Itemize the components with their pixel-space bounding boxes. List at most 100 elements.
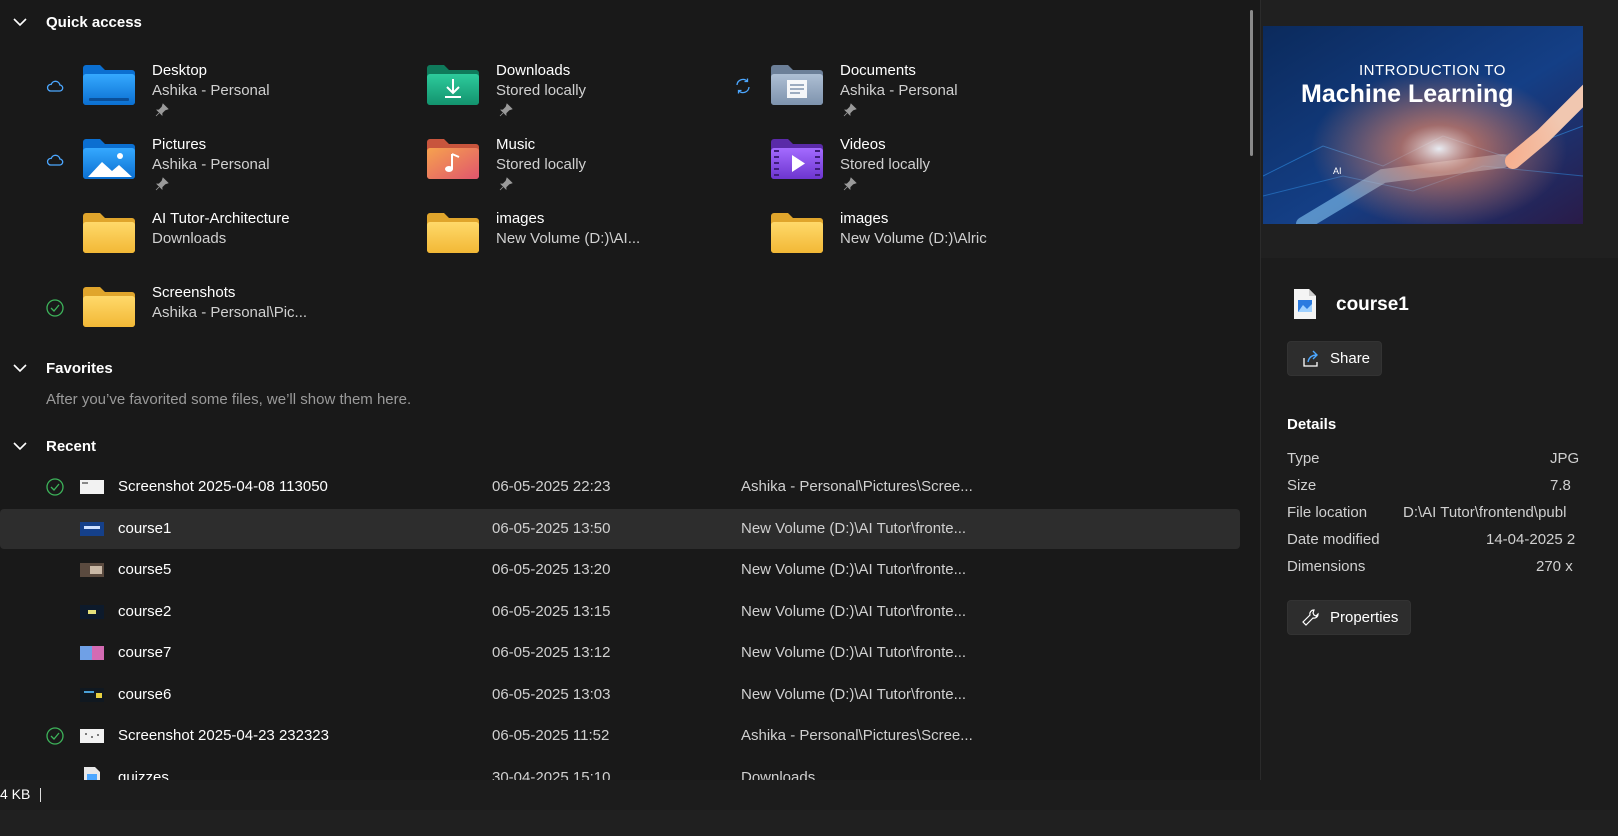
image-thumbnail-icon	[80, 563, 104, 577]
chevron-down-icon[interactable]	[11, 13, 29, 31]
status-bar: 4 KB	[0, 780, 1618, 810]
synced-check-icon	[46, 299, 64, 317]
wrench-icon	[1302, 608, 1319, 626]
quick-access-tile-images-1[interactable]: images New Volume (D:)\AI...	[344, 204, 684, 270]
preview-pane: AI INTRODUCTION TO Machine Learning	[1260, 0, 1618, 780]
tile-subtitle: Stored locally	[496, 156, 587, 173]
cloud-icon	[46, 154, 64, 166]
file-date: 06-05-2025 13:15	[492, 603, 611, 620]
quick-access-tile-screenshots[interactable]: Screenshots Ashika - Personal\Pic...	[0, 278, 340, 344]
recent-row[interactable]: course5 06-05-2025 13:20 New Volume (D:)…	[0, 550, 1240, 590]
recent-row[interactable]: Screenshot 2025-04-08 113050 06-05-2025 …	[0, 467, 1240, 507]
tile-name: AI Tutor-Architecture	[152, 210, 290, 227]
screenshot-thumbnail-icon	[80, 729, 104, 743]
pictures-folder-icon	[83, 139, 135, 179]
folder-icon	[83, 213, 135, 253]
recent-row[interactable]: course7 06-05-2025 13:12 New Volume (D:)…	[0, 633, 1240, 673]
share-label: Share	[1330, 350, 1371, 367]
file-name: course5	[118, 561, 172, 578]
share-button[interactable]: Share	[1287, 341, 1382, 376]
pin-icon	[843, 103, 857, 117]
detail-value: 270 x	[1536, 558, 1573, 575]
documents-folder-icon	[771, 65, 823, 105]
tile-name: Videos	[840, 136, 886, 153]
section-title: Favorites	[46, 360, 113, 377]
banner-small-text: AI	[1333, 166, 1342, 176]
quick-access-tile-pictures[interactable]: Pictures Ashika - Personal	[0, 130, 340, 196]
banner-line-2: Machine Learning	[1301, 80, 1514, 108]
tile-name: Music	[496, 136, 536, 153]
tile-subtitle: Ashika - Personal\Pic...	[152, 304, 308, 321]
file-location: New Volume (D:)\AI Tutor\fronte...	[741, 603, 967, 620]
downloads-folder-icon	[427, 65, 479, 105]
tile-subtitle: New Volume (D:)\Alric	[840, 230, 987, 247]
sync-icon	[736, 78, 750, 94]
folder-icon	[427, 213, 479, 253]
tile-name: images	[496, 210, 545, 227]
favorites-empty-message: After you’ve favorited some files, we’ll…	[46, 391, 412, 408]
pin-icon	[499, 177, 513, 191]
file-date: 06-05-2025 11:52	[492, 727, 610, 744]
recent-row[interactable]: course6 06-05-2025 13:03 New Volume (D:)…	[0, 675, 1240, 715]
vertical-scrollbar[interactable]	[1250, 10, 1253, 156]
chevron-down-icon[interactable]	[11, 437, 29, 455]
file-date: 06-05-2025 13:12	[492, 644, 611, 661]
preview-file-name: course1	[1336, 294, 1409, 315]
detail-label: Date modified	[1287, 531, 1380, 548]
section-title: Quick access	[46, 14, 142, 31]
file-date: 06-05-2025 13:50	[492, 520, 611, 537]
detail-value: 7.8	[1550, 477, 1571, 494]
file-name: course6	[118, 686, 172, 703]
cloud-icon	[46, 80, 64, 92]
file-location: New Volume (D:)\AI Tutor\fronte...	[741, 520, 967, 537]
properties-label: Properties	[1330, 609, 1399, 626]
quick-access-tile-ai-tutor-architecture[interactable]: AI Tutor-Architecture Downloads	[0, 204, 340, 270]
synced-check-icon	[46, 478, 64, 496]
file-name: Screenshot 2025-04-23 232323	[118, 727, 329, 744]
folder-icon	[83, 287, 135, 327]
main-pane: Quick access Desktop Ashika - Personal D…	[0, 0, 1260, 804]
detail-label: Type	[1287, 450, 1320, 467]
tile-subtitle: New Volume (D:)\AI...	[496, 230, 641, 247]
pin-icon	[155, 177, 169, 191]
tile-name: Desktop	[152, 62, 208, 79]
folder-icon	[771, 213, 823, 253]
tile-subtitle: Stored locally	[840, 156, 931, 173]
file-location: Ashika - Personal\Pictures\Scree...	[741, 727, 973, 744]
tile-subtitle: Stored locally	[496, 82, 587, 99]
preview-image-area: AI INTRODUCTION TO Machine Learning	[1261, 0, 1618, 258]
banner-line-1: INTRODUCTION TO	[1359, 62, 1506, 79]
videos-folder-icon	[771, 139, 823, 179]
quick-access-tile-images-2[interactable]: images New Volume (D:)\Alric	[688, 204, 1028, 270]
properties-button[interactable]: Properties	[1287, 600, 1411, 635]
status-divider	[40, 788, 41, 802]
tile-name: Documents	[840, 62, 916, 79]
tile-name: Downloads	[496, 62, 571, 79]
tile-subtitle: Ashika - Personal	[840, 82, 958, 99]
quick-access-tile-documents[interactable]: Documents Ashika - Personal	[688, 56, 1028, 122]
file-location: Ashika - Personal\Pictures\Scree...	[741, 478, 973, 495]
recent-row[interactable]: Screenshot 2025-04-23 232323 06-05-2025 …	[0, 716, 1240, 756]
image-thumbnail-icon	[80, 522, 104, 536]
quick-access-tile-videos[interactable]: Videos Stored locally	[688, 130, 1028, 196]
detail-value: JPG	[1550, 450, 1580, 467]
tile-subtitle: Ashika - Personal	[152, 156, 270, 173]
file-name: course2	[118, 603, 172, 620]
detail-label: Dimensions	[1287, 558, 1366, 575]
selection-size: 4 KB	[0, 786, 31, 802]
quick-access-tile-downloads[interactable]: Downloads Stored locally	[344, 56, 684, 122]
file-date: 06-05-2025 22:23	[492, 478, 611, 495]
tile-name: images	[840, 210, 889, 227]
recent-row-selected[interactable]: course1 06-05-2025 13:50 New Volume (D:)…	[0, 509, 1240, 549]
quick-access-tile-music[interactable]: Music Stored locally	[344, 130, 684, 196]
bottom-strip	[0, 810, 1618, 836]
file-date: 06-05-2025 13:20	[492, 561, 611, 578]
chevron-down-icon[interactable]	[11, 359, 29, 377]
recent-row[interactable]: course2 06-05-2025 13:15 New Volume (D:)…	[0, 592, 1240, 632]
tile-subtitle: Ashika - Personal	[152, 82, 270, 99]
share-icon	[1303, 350, 1318, 367]
tile-name: Screenshots	[152, 284, 236, 301]
synced-check-icon	[46, 727, 64, 745]
file-name: course1	[118, 520, 172, 537]
quick-access-tile-desktop[interactable]: Desktop Ashika - Personal	[0, 56, 340, 122]
